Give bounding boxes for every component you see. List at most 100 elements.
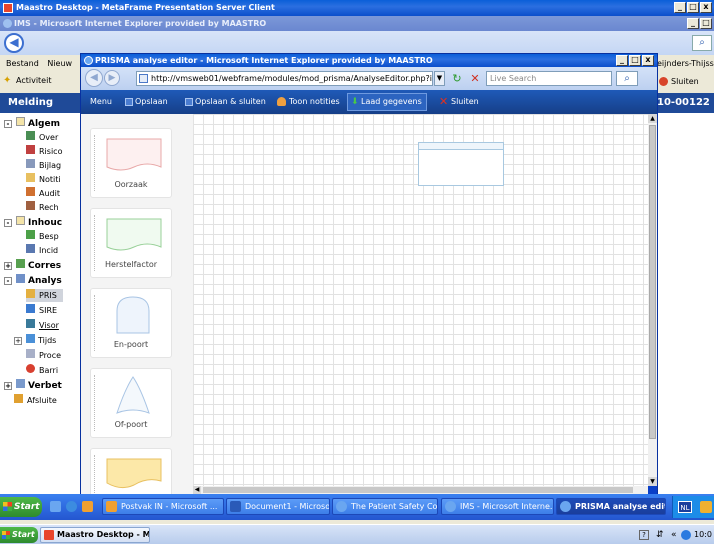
antivirus-icon[interactable] <box>681 530 691 540</box>
note-shape-icon <box>106 458 162 489</box>
popup-close-button[interactable]: x <box>642 55 654 66</box>
task-ims[interactable]: IMS - Microsoft Interne... <box>441 498 554 515</box>
tree-node[interactable]: Over <box>26 131 58 144</box>
outer-title-bar[interactable]: Maastro Desktop - MetaFrame Presentation… <box>0 0 714 16</box>
ie-back-favbar: ✦ Activiteit <box>0 73 90 89</box>
tree-node[interactable]: Proce <box>26 349 61 362</box>
popup-search-field[interactable]: Live Search <box>486 71 612 86</box>
tree-header-label: Melding <box>8 97 54 108</box>
popup-title-bar[interactable]: PRISMA analyse editor - Microsoft Intern… <box>81 54 657 67</box>
tray-icon[interactable] <box>700 501 712 513</box>
ie-back-title: IMS - Microsoft Internet Explorer provid… <box>14 19 267 28</box>
popup-forward-icon[interactable]: ▶ <box>104 70 120 86</box>
tree-node[interactable]: SIRE <box>26 304 57 317</box>
activiteit-link[interactable]: Activiteit <box>16 76 51 85</box>
popup-minimize-button[interactable]: _ <box>616 55 628 66</box>
back-arrow-icon[interactable]: ◀ <box>4 33 24 53</box>
tree-node[interactable]: Risico <box>26 145 62 158</box>
shape-herstelfactor[interactable]: Herstelfactor <box>90 208 172 278</box>
popup-search-icon[interactable]: ⌕ <box>616 71 638 86</box>
ie-back-search-icon[interactable]: ⌕ <box>692 35 712 51</box>
close-circle-icon <box>659 77 668 86</box>
save-close-button[interactable]: Opslaan & sluiten <box>185 90 266 114</box>
shape-en-poort[interactable]: En-poort <box>90 288 172 358</box>
tree-node[interactable]: Notiti <box>26 173 61 186</box>
tree-node[interactable]: + Tijds <box>14 334 56 347</box>
tree-node[interactable]: Audit <box>26 187 60 200</box>
tree-node[interactable]: + Verbet <box>4 379 62 392</box>
minimize-button[interactable]: _ <box>674 2 686 13</box>
ie-back-maximize[interactable]: □ <box>700 18 712 29</box>
quicklaunch-folder-icon[interactable] <box>82 501 93 512</box>
show-notes-button[interactable]: Toon notities <box>277 90 340 114</box>
refresh-icon[interactable]: ↻ <box>450 71 464 86</box>
floppy-icon <box>125 98 133 106</box>
tree-node[interactable]: - Algem <box>4 117 60 130</box>
task-word[interactable]: Document1 - Microsoft ... <box>226 498 330 515</box>
prisma-popup-window: PRISMA analyse editor - Microsoft Intern… <box>80 53 658 495</box>
language-indicator[interactable]: NL <box>678 501 692 513</box>
shape-oorzaak[interactable]: Oorzaak <box>90 128 172 198</box>
outer-taskbar: Start Maastro Desktop - M... ? ⇵ « 10:0 <box>0 524 714 544</box>
h-scroll-thumb[interactable] <box>203 487 633 493</box>
chevron-icon[interactable]: « <box>671 527 677 543</box>
shape-note[interactable] <box>90 448 172 494</box>
analysis-canvas[interactable] <box>193 114 648 486</box>
tree-node-selected[interactable]: PRIS <box>26 289 63 302</box>
tree-node[interactable]: Barri <box>26 364 58 377</box>
oorzaak-label: Oorzaak <box>114 180 148 189</box>
inner-start-button[interactable]: Start <box>0 497 42 517</box>
task-patient-safety[interactable]: The Patient Safety Co... <box>332 498 438 515</box>
of-poort-label: Of-poort <box>114 420 148 429</box>
shape-of-poort[interactable]: Of-poort <box>90 368 172 438</box>
herstelfactor-label: Herstelfactor <box>104 260 158 269</box>
network-icon[interactable]: ⇵ <box>656 527 664 543</box>
sluiten-link[interactable]: Sluiten <box>659 77 699 86</box>
toolbar-menu[interactable]: Menu <box>90 90 112 114</box>
tree-node[interactable]: Visor <box>26 319 59 332</box>
help-icon[interactable]: ? <box>639 530 649 540</box>
menu-bestand[interactable]: Bestand <box>6 59 39 68</box>
canvas-node-box[interactable] <box>418 142 504 186</box>
tree-header: Melding <box>0 93 80 113</box>
melding-number-bar: 10-00122 | <box>655 93 714 113</box>
ie-back-nav: ◀ ⌕ <box>0 31 714 55</box>
shape-palette: Oorzaak Herstelfactor En-poort Of-poort <box>81 114 193 494</box>
close-editor-button[interactable]: ✕ Sluiten <box>439 90 479 114</box>
app-icon <box>3 3 13 13</box>
popup-back-icon[interactable]: ◀ <box>85 69 103 87</box>
horizontal-scrollbar[interactable]: ◀ <box>193 486 648 494</box>
quicklaunch-icon[interactable] <box>50 501 61 512</box>
vertical-scrollbar[interactable]: ▲ ▼ <box>648 114 657 486</box>
popup-maximize-button[interactable]: □ <box>629 55 641 66</box>
close-button[interactable]: x <box>700 2 712 13</box>
maximize-button[interactable]: □ <box>687 2 699 13</box>
tree-panel: - Algem Over Risico Bijlag Notiti Audit R… <box>0 113 80 494</box>
task-outlook[interactable]: Postvak IN - Microsoft ... <box>102 498 224 515</box>
save-button[interactable]: Opslaan <box>125 90 168 114</box>
tree-node[interactable]: Afsluite <box>14 394 57 407</box>
tree-node[interactable]: Besp <box>26 230 59 243</box>
load-data-button[interactable]: ⬇ Laad gegevens <box>347 93 427 111</box>
task-prisma-active[interactable]: PRISMA analyse edit... <box>556 498 666 515</box>
popup-address-field[interactable]: http://vmsweb01/webframe/modules/mod_pri… <box>136 71 433 86</box>
tree-node[interactable]: Incid <box>26 244 58 257</box>
popup-address-text: http://vmsweb01/webframe/modules/mod_pri… <box>151 74 433 83</box>
ie-icon <box>3 19 12 28</box>
clock[interactable]: 10:0 <box>694 527 712 543</box>
tree-node[interactable]: + Corres <box>4 259 61 272</box>
outer-start-button[interactable]: Start <box>0 527 38 543</box>
tree-node[interactable]: Rech <box>26 201 59 214</box>
outer-task-maastro[interactable]: Maastro Desktop - M... <box>40 527 150 543</box>
stop-icon[interactable]: ✕ <box>468 71 482 86</box>
ie-back-title-bar[interactable]: IMS - Microsoft Internet Explorer provid… <box>0 16 714 31</box>
quicklaunch-ie-icon[interactable] <box>66 501 77 512</box>
scroll-thumb[interactable] <box>649 125 656 439</box>
tree-node[interactable]: - Analys <box>4 274 62 287</box>
ie-back-minimize[interactable]: _ <box>687 18 699 29</box>
tree-node[interactable]: - Inhouc <box>4 216 62 229</box>
menu-nieuw[interactable]: Nieuw <box>47 59 72 68</box>
address-dropdown-icon[interactable]: ▼ <box>434 71 445 86</box>
tree-node[interactable]: Bijlag <box>26 159 61 172</box>
or-gate-icon <box>116 376 150 414</box>
